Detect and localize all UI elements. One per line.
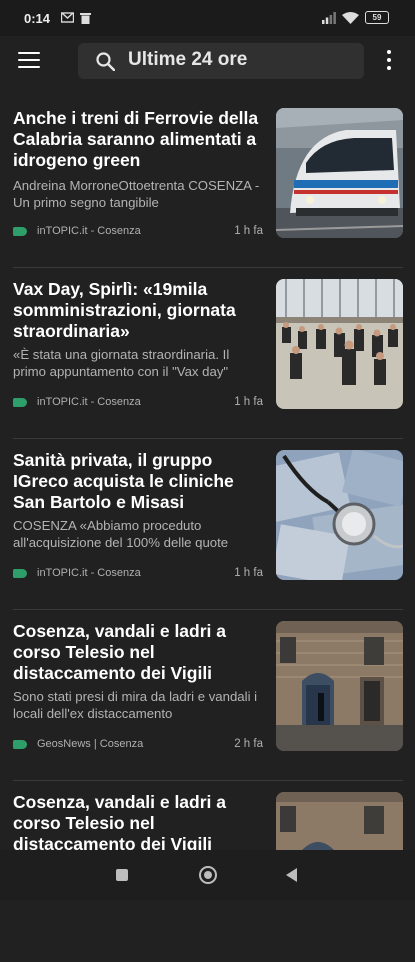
- news-time: 1 h fa: [234, 567, 263, 579]
- wifi-icon: [342, 12, 359, 24]
- news-item[interactable]: Sanità privata, il gruppo IGreco acquist…: [0, 450, 415, 620]
- news-title[interactable]: Cosenza, vandali e ladri a corso Telesio…: [13, 621, 265, 684]
- news-title[interactable]: Vax Day, Spirlì: «19mila somministrazion…: [13, 279, 265, 342]
- news-source: inTOPIC.it - Cosenza: [37, 225, 141, 237]
- status-time: 0:14: [24, 11, 51, 26]
- news-item[interactable]: Cosenza, vandali e ladri a corso Telesio…: [0, 621, 415, 791]
- app-bar: Ultime 24 ore: [0, 36, 415, 92]
- news-thumbnail-building[interactable]: [276, 792, 403, 850]
- source-tag-icon: [13, 398, 27, 407]
- menu-icon[interactable]: [18, 52, 40, 70]
- divider: [13, 267, 403, 268]
- news-snippet: «È stata una giornata straordinaria. Il …: [13, 347, 230, 379]
- mail-icon: [61, 12, 74, 23]
- trash-icon: [80, 13, 91, 24]
- search-bar[interactable]: Ultime 24 ore: [78, 43, 364, 79]
- system-nav-bar: [0, 850, 415, 900]
- divider: [13, 438, 403, 439]
- news-meta: GeosNews | Cosenza 2 h fa: [13, 738, 263, 752]
- news-title[interactable]: Anche i treni di Ferrovie della Calabria…: [13, 108, 265, 171]
- news-item[interactable]: Vax Day, Spirlì: «19mila somministrazion…: [0, 279, 415, 449]
- more-options-icon[interactable]: [386, 50, 392, 72]
- news-title[interactable]: Sanità privata, il gruppo IGreco acquist…: [13, 450, 265, 513]
- news-time: 2 h fa: [234, 738, 263, 750]
- source-tag-icon: [13, 740, 27, 749]
- news-thumbnail-vaccination-hall[interactable]: [276, 279, 403, 409]
- news-meta: inTOPIC.it - Cosenza 1 h fa: [13, 225, 263, 239]
- news-thumbnail-stethoscope[interactable]: [276, 450, 403, 580]
- news-meta: inTOPIC.it - Cosenza 1 h fa: [13, 567, 263, 581]
- search-query: Ultime 24 ore: [128, 49, 248, 70]
- divider: [13, 609, 403, 610]
- divider: [13, 780, 403, 781]
- source-tag-icon: [13, 569, 27, 578]
- news-title[interactable]: Cosenza, vandali e ladri a corso Telesio…: [13, 792, 265, 855]
- news-thumbnail-train[interactable]: [276, 108, 403, 238]
- news-item[interactable]: Anche i treni di Ferrovie della Calabria…: [0, 108, 415, 278]
- news-snippet: COSENZA «Abbiamo proceduto all'acquisizi…: [13, 518, 229, 550]
- news-time: 1 h fa: [234, 396, 263, 408]
- news-source: inTOPIC.it - Cosenza: [37, 396, 141, 408]
- news-thumbnail-building[interactable]: [276, 621, 403, 751]
- source-tag-icon: [13, 227, 27, 236]
- news-snippet: Sono stati presi di mira da ladri e vand…: [13, 689, 258, 721]
- news-snippet: Andreina MorroneOttoetrenta COSENZA - Un…: [13, 178, 260, 210]
- signal-icon: [322, 12, 336, 24]
- home-button[interactable]: [199, 866, 217, 884]
- back-button[interactable]: [286, 868, 297, 882]
- news-meta: inTOPIC.it - Cosenza 1 h fa: [13, 396, 263, 410]
- search-icon: [96, 52, 115, 71]
- battery-icon: 59: [365, 11, 389, 24]
- battery-level: 59: [372, 13, 382, 22]
- status-bar: 0:14 59: [0, 0, 415, 36]
- news-source: GeosNews | Cosenza: [37, 738, 144, 750]
- news-source: inTOPIC.it - Cosenza: [37, 567, 141, 579]
- news-time: 1 h fa: [234, 225, 263, 237]
- recent-apps-button[interactable]: [116, 869, 128, 881]
